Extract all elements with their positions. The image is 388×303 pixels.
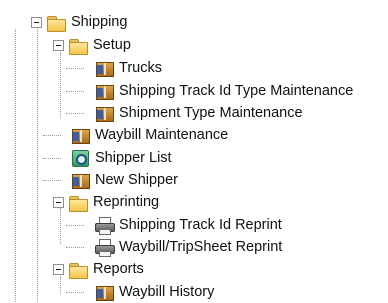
tree-node-waybill-tripsheet-reprint[interactable]: Waybill/TripSheet Reprint xyxy=(94,236,284,258)
tree-node-shipping-track-id-reprint[interactable]: Shipping Track Id Reprint xyxy=(94,214,284,236)
tree-node-reprinting[interactable]: Reprinting xyxy=(68,191,161,213)
collapse-toggle-setup[interactable] xyxy=(53,40,64,51)
tree-node-label: Shipping xyxy=(71,14,128,30)
tree-node-shipper-list[interactable]: Shipper List xyxy=(70,147,174,169)
tree-connector xyxy=(66,113,84,114)
tree-node-shipping[interactable]: Shipping xyxy=(46,11,129,33)
tree-node-waybill-maintenance[interactable]: Waybill Maintenance xyxy=(70,124,230,146)
tree-connector xyxy=(60,52,61,118)
tree-node-label: Shipping Track Id Reprint xyxy=(119,217,282,233)
list-search-icon xyxy=(70,149,90,167)
tree-node-waybill-history[interactable]: Waybill History xyxy=(94,281,216,303)
tree-node-reports[interactable]: Reports xyxy=(68,258,146,280)
tree-connector xyxy=(66,91,84,92)
package-icon xyxy=(94,283,114,301)
tree-connector xyxy=(43,180,61,181)
folder-open-icon xyxy=(68,36,88,55)
tree-node-label: Reprinting xyxy=(93,194,160,210)
folder-open-icon xyxy=(46,13,66,32)
tree-node-label: Setup xyxy=(93,37,131,53)
tree-view: Shipping Setup Trucks Shipping Track Id … xyxy=(0,0,388,302)
tree-node-label: Shipper List xyxy=(95,150,172,166)
tree-connector xyxy=(60,208,61,244)
tree-connector xyxy=(37,24,38,302)
tree-connector xyxy=(66,225,84,226)
tree-node-trucks[interactable]: Trucks xyxy=(94,57,164,79)
tree-node-label: Waybill/TripSheet Reprint xyxy=(119,239,283,255)
collapse-toggle-reports[interactable] xyxy=(53,264,64,275)
package-icon xyxy=(94,104,114,122)
package-icon xyxy=(94,82,114,100)
collapse-toggle-reprinting[interactable] xyxy=(53,197,64,208)
tree-connector xyxy=(60,276,61,294)
tree-connector xyxy=(66,247,84,248)
tree-node-setup[interactable]: Setup xyxy=(68,34,133,56)
collapse-toggle-shipping[interactable] xyxy=(31,17,42,28)
package-icon xyxy=(70,126,90,144)
tree-connector xyxy=(66,292,84,293)
tree-node-label: Shipment Type Maintenance xyxy=(119,105,303,121)
tree-node-label: Shipping Track Id Type Maintenance xyxy=(119,83,354,99)
tree-node-label: Waybill History xyxy=(119,284,215,300)
tree-connector xyxy=(15,29,16,302)
tree-connector xyxy=(66,68,84,69)
tree-node-shipment-type-maintenance[interactable]: Shipment Type Maintenance xyxy=(94,102,305,124)
tree-connector xyxy=(43,158,61,159)
tree-node-shipping-track-id-type-maintenance[interactable]: Shipping Track Id Type Maintenance xyxy=(94,80,355,102)
package-icon xyxy=(70,171,90,189)
tree-node-label: Trucks xyxy=(119,60,162,76)
tree-node-label: Waybill Maintenance xyxy=(95,127,229,143)
folder-open-icon xyxy=(68,193,88,212)
tree-connector xyxy=(43,135,61,136)
tree-node-new-shipper[interactable]: New Shipper xyxy=(70,169,180,191)
tree-node-label: Reports xyxy=(93,261,144,277)
package-icon xyxy=(94,59,114,77)
printer-icon xyxy=(94,216,115,235)
printer-icon xyxy=(94,238,115,257)
folder-open-icon xyxy=(68,260,88,279)
tree-node-label: New Shipper xyxy=(95,172,179,188)
